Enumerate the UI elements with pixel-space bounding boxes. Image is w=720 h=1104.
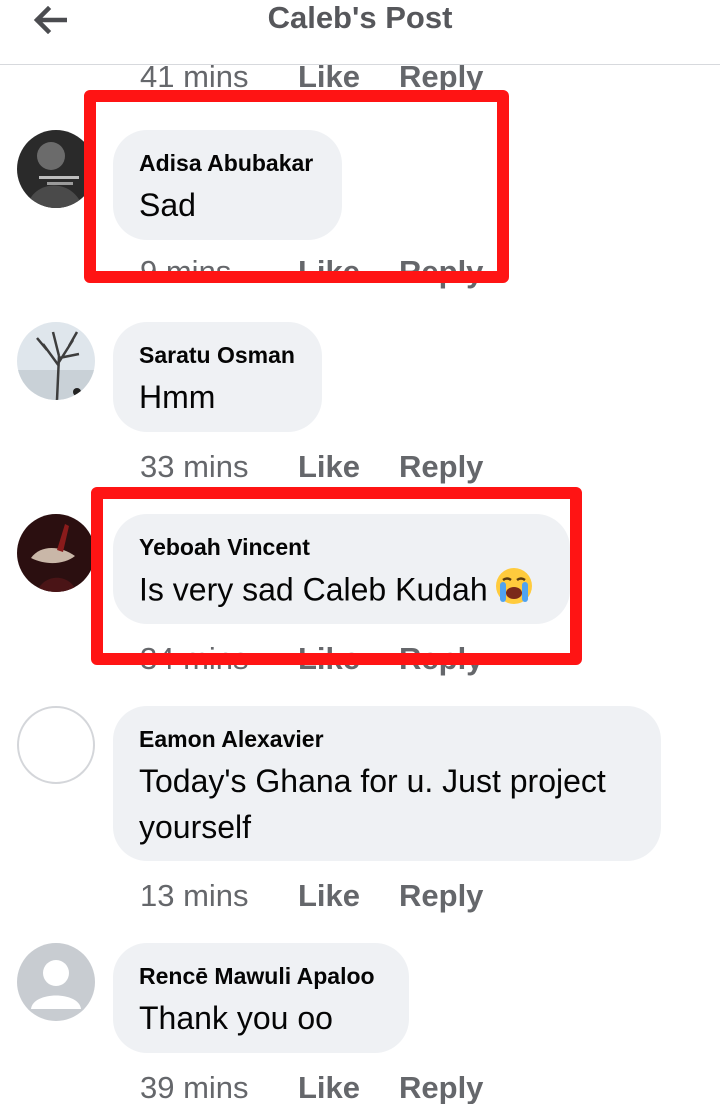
like-button[interactable]: Like (298, 1070, 399, 1104)
avatar[interactable] (17, 514, 95, 592)
commenter-name[interactable]: Eamon Alexavier (139, 724, 635, 754)
like-button[interactable]: Like (298, 449, 399, 485)
page-title: Caleb's Post (267, 0, 453, 35)
comment-actions: 9 mins Like Reply (140, 252, 483, 292)
comment-text: Sad (139, 187, 196, 223)
reply-button[interactable]: Reply (399, 449, 483, 485)
comment-bubble[interactable]: Adisa Abubakar Sad (113, 130, 342, 240)
comment-time: 13 mins (140, 878, 249, 913)
comment-actions: 39 mins Like Reply (140, 1068, 483, 1104)
comment-actions: 33 mins Like Reply (140, 447, 483, 487)
like-button[interactable]: Like (298, 641, 399, 677)
comment-text: Is very sad Caleb Kudah (139, 566, 544, 618)
like-button[interactable]: Like (298, 65, 399, 95)
comment-time: 41 mins (140, 65, 249, 94)
default-avatar-icon[interactable] (17, 943, 95, 1021)
comments-list: 41 mins Like Reply Adisa Abubakar Sad 9 … (0, 65, 720, 1104)
commenter-name[interactable]: Yeboah Vincent (139, 532, 544, 562)
reply-button[interactable]: Reply (399, 254, 483, 290)
like-button[interactable]: Like (298, 254, 399, 290)
like-button[interactable]: Like (298, 878, 399, 914)
top-bar: Caleb's Post (0, 0, 720, 65)
comment-time: 33 mins (140, 449, 249, 484)
comment-actions: 41 mins Like Reply (140, 65, 483, 97)
comment-text: Thank you oo (139, 1000, 333, 1036)
comment-text: Today's Ghana for u. Just project yourse… (139, 763, 606, 845)
avatar[interactable] (17, 322, 95, 400)
commenter-name[interactable]: Saratu Osman (139, 340, 296, 370)
reply-button[interactable]: Reply (399, 1070, 483, 1104)
commenter-name[interactable]: Adisa Abubakar (139, 148, 316, 178)
avatar[interactable] (17, 130, 95, 208)
avatar[interactable] (17, 706, 95, 784)
comment-bubble[interactable]: Saratu Osman Hmm (113, 322, 322, 432)
comment-bubble[interactable]: Yeboah Vincent Is very sad Caleb Kudah (113, 514, 570, 624)
crying-face-emoji (494, 566, 534, 618)
comment-bubble[interactable]: Rencē Mawuli Apaloo Thank you oo (113, 943, 409, 1053)
comment-text-content: Is very sad Caleb Kudah (139, 571, 488, 608)
comment-time: 9 mins (140, 254, 232, 289)
comment-actions: 13 mins Like Reply (140, 876, 483, 916)
comment-text: Hmm (139, 379, 216, 415)
comment-actions: 34 mins Like Reply (140, 639, 483, 679)
comment-time: 34 mins (140, 641, 249, 676)
comment-time: 39 mins (140, 1070, 249, 1104)
comment-bubble[interactable]: Eamon Alexavier Today's Ghana for u. Jus… (113, 706, 661, 861)
reply-button[interactable]: Reply (399, 65, 483, 95)
reply-button[interactable]: Reply (399, 641, 483, 677)
reply-button[interactable]: Reply (399, 878, 483, 914)
commenter-name[interactable]: Rencē Mawuli Apaloo (139, 961, 383, 991)
